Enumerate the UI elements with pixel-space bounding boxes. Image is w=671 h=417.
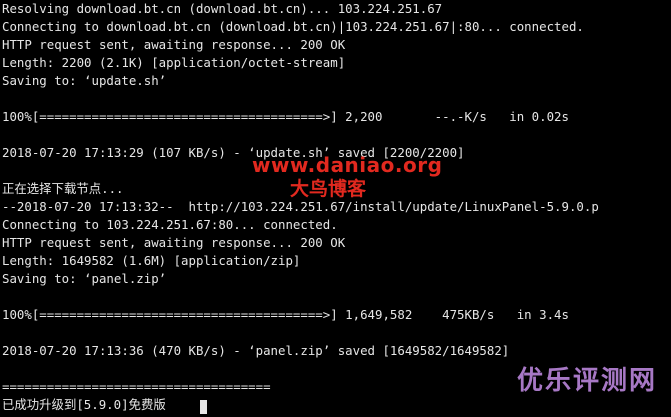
- terminal-window[interactable]: Resolving download.bt.cn (download.bt.cn…: [0, 0, 671, 417]
- terminal-line: Saving to: ‘panel.zip’: [2, 271, 167, 286]
- terminal-line: --2018-07-20 17:13:32-- http://103.224.2…: [2, 199, 599, 214]
- terminal-line: Length: 1649582 (1.6M) [application/zip]: [2, 253, 301, 268]
- terminal-line: 100%[===================================…: [2, 307, 569, 322]
- terminal-line: Saving to: ‘update.sh’: [2, 73, 167, 88]
- terminal-line: Resolving download.bt.cn (download.bt.cn…: [2, 1, 443, 16]
- watermark-site-url: www.daniao.org: [252, 153, 443, 177]
- terminal-line: Length: 2200 (2.1K) [application/octet-s…: [2, 55, 346, 70]
- terminal-cursor: [200, 400, 207, 414]
- terminal-line: HTTP request sent, awaiting response... …: [2, 37, 346, 52]
- watermark-site-name: 大鸟博客: [290, 178, 367, 200]
- terminal-line: 100%[===================================…: [2, 109, 569, 124]
- terminal-line: Connecting to 103.224.251.67:80... conne…: [2, 217, 338, 232]
- terminal-line: 2018-07-20 17:13:36 (470 KB/s) - ‘panel.…: [2, 343, 510, 358]
- terminal-line: HTTP request sent, awaiting response... …: [2, 235, 346, 250]
- terminal-line: 已成功升级到[5.9.0]免费版: [2, 397, 166, 412]
- terminal-line: Connecting to download.bt.cn (download.b…: [2, 19, 584, 34]
- watermark-corner: 优乐评测网: [517, 366, 658, 396]
